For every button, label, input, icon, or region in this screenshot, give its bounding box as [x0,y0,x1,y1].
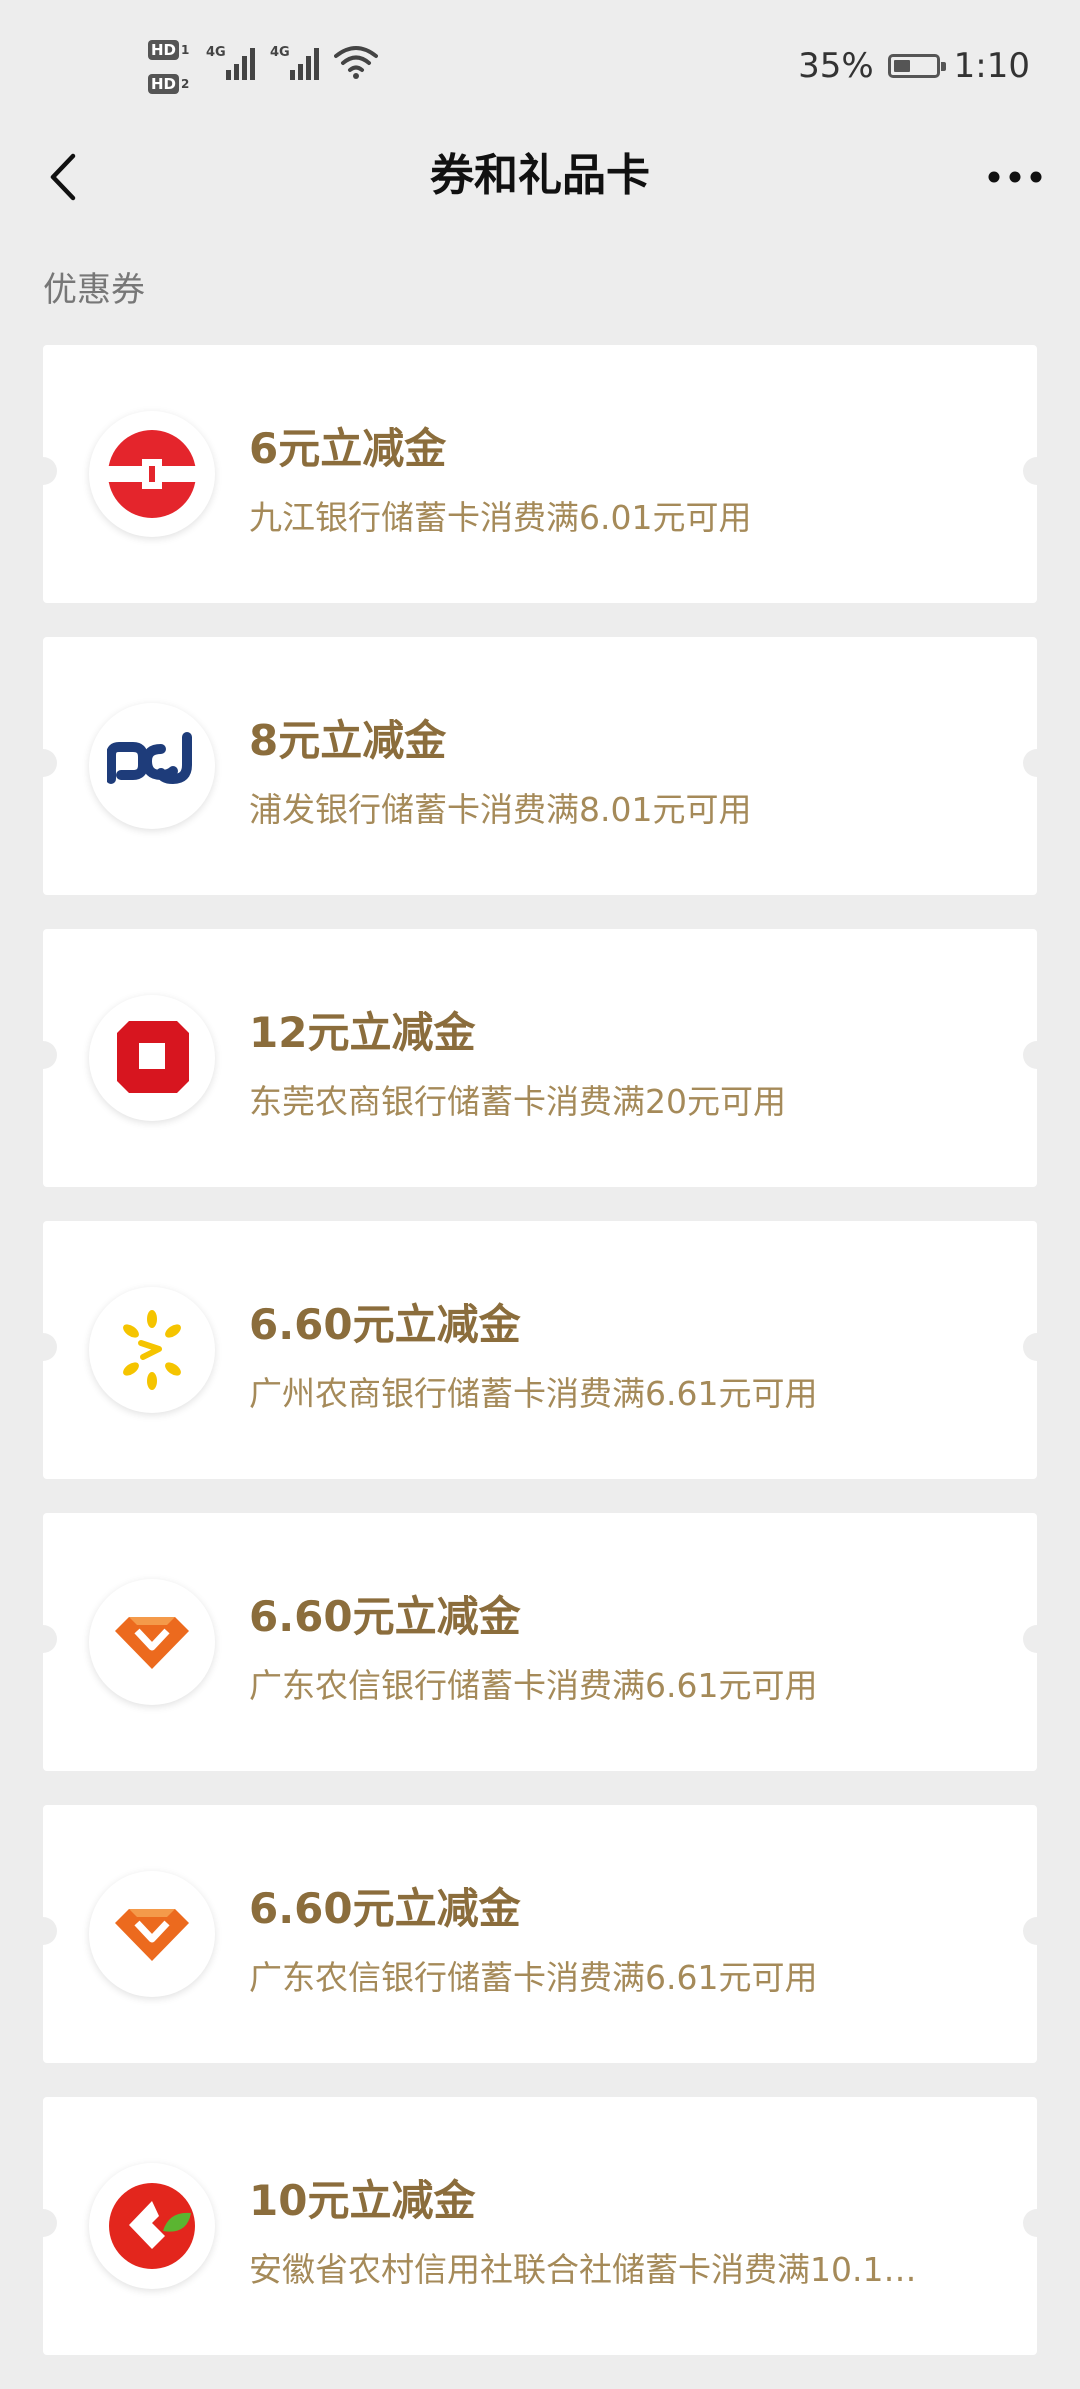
hd-indicator: HD 1 HD 2 [148,38,196,98]
coupon-title: 6.60元立减金 [249,1300,521,1349]
battery-percent: 35% [798,46,874,86]
more-button[interactable] [980,142,1050,212]
coupon-desc: 九江银行储蓄卡消费满6.01元可用 [249,498,752,537]
coupon-title: 12元立减金 [249,1008,476,1057]
coupon-desc: 广东农信银行储蓄卡消费满6.61元可用 [249,1666,818,1705]
coupon-desc: 浦发银行储蓄卡消费满8.01元可用 [249,790,752,829]
coupon-list: 6元立减金 九江银行储蓄卡消费满6.01元可用 8元立减金 浦发银行储蓄卡消费满… [29,345,1051,2389]
spdb-logo-icon [89,703,215,829]
coupon-card[interactable]: 6元立减金 九江银行储蓄卡消费满6.01元可用 [29,345,1051,603]
coupon-title: 6.60元立减金 [249,1884,521,1933]
coupon-card[interactable]: 12元立减金 东莞农商银行储蓄卡消费满20元可用 [29,929,1051,1187]
coupon-card[interactable]: 6.60元立减金 广东农信银行储蓄卡消费满6.61元可用 [29,1805,1051,2063]
guangzhou-rcb-logo-icon [89,1287,215,1413]
status-right: 35% 1:10 [798,40,1030,92]
more-dots-icon [988,171,1042,183]
nav-bar: 券和礼品卡 [0,132,1080,220]
net-1-label: 4G [206,45,226,60]
dongguan-rcb-logo-icon [89,995,215,1121]
page-title: 券和礼品卡 [430,150,650,201]
anhui-rcc-logo-icon [89,2163,215,2289]
coupon-card[interactable]: 8元立减金 浦发银行储蓄卡消费满8.01元可用 [29,637,1051,895]
clock: 1:10 [953,46,1030,86]
status-bar: HD 1 HD 2 4G 4G 35% 1:10 [0,0,1080,132]
guangdong-rcc-logo-icon [89,1579,215,1705]
wifi-icon [334,44,378,84]
signal-1-icon: 4G [206,42,262,86]
hd-2-icon: HD 2 [148,72,196,96]
coupon-card[interactable]: 6.60元立减金 广州农商银行储蓄卡消费满6.61元可用 [29,1221,1051,1479]
guangdong-rcc-logo-icon [89,1871,215,1997]
coupon-title: 6.60元立减金 [249,1592,521,1641]
jiujiang-bank-logo-icon [89,411,215,537]
coupon-desc: 广东农信银行储蓄卡消费满6.61元可用 [249,1958,818,1997]
coupon-desc: 安徽省农村信用社联合社储蓄卡消费满10.1… [249,2250,917,2289]
coupon-desc: 广州农商银行储蓄卡消费满6.61元可用 [249,1374,818,1413]
coupon-desc: 东莞农商银行储蓄卡消费满20元可用 [249,1082,786,1121]
coupon-card[interactable]: 6.60元立减金 广东农信银行储蓄卡消费满6.61元可用 [29,1513,1051,1771]
hd-1-icon: HD 1 [148,38,196,62]
battery-icon [887,54,946,78]
coupon-card[interactable]: 10元立减金 安徽省农村信用社联合社储蓄卡消费满10.1… [29,2097,1051,2355]
coupon-title: 6元立减金 [249,424,447,473]
coupon-title: 8元立减金 [249,716,447,765]
net-2-label: 4G [270,45,290,60]
coupon-title: 10元立减金 [249,2176,476,2225]
signal-2-icon: 4G [270,42,326,86]
section-label: 优惠券 [43,270,145,310]
